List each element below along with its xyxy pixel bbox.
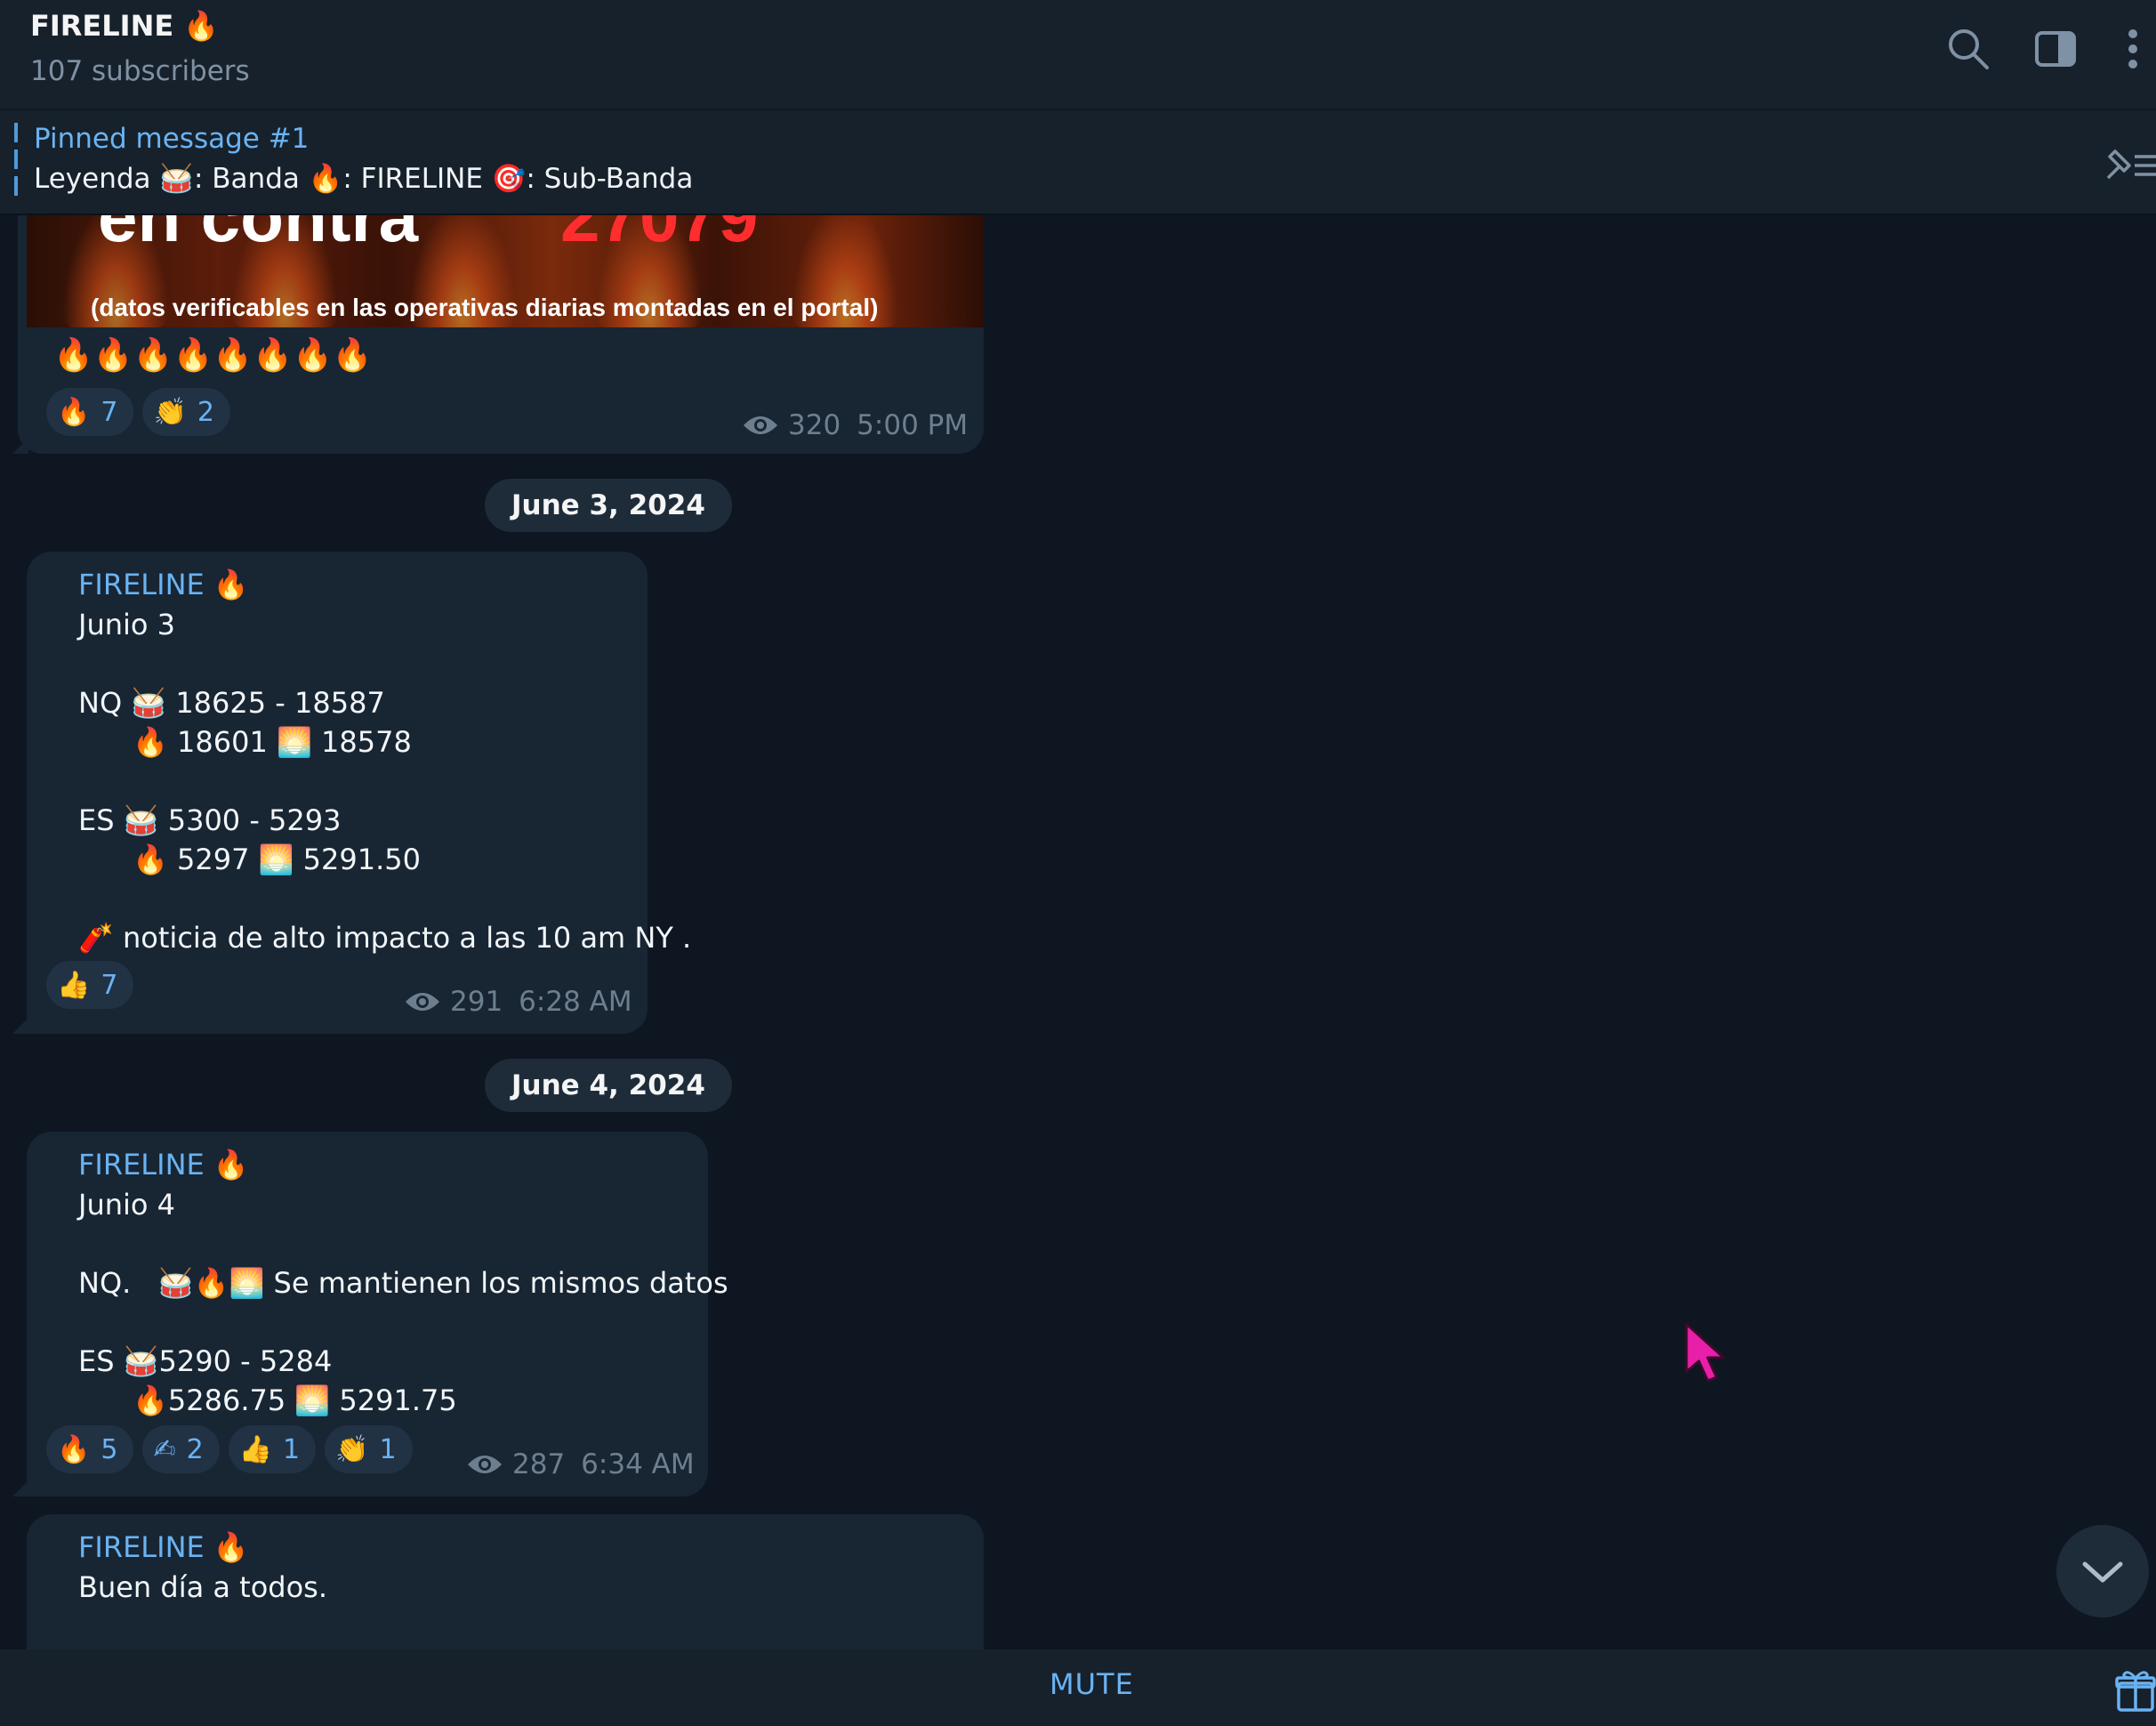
message-time: 5:00 PM xyxy=(857,409,969,441)
bottom-bar: MUTE xyxy=(0,1649,2156,1726)
pinned-list-icon[interactable] xyxy=(2099,146,2156,185)
message-bubble[interactable]: FIRELINE 🔥 Junio 3 NQ 🥁 18625 - 18587 🔥 … xyxy=(27,552,691,1034)
views-eye-icon xyxy=(406,993,439,1011)
message-sender[interactable]: FIRELINE 🔥 xyxy=(78,568,249,601)
message-sender[interactable]: FIRELINE 🔥 xyxy=(78,1148,249,1182)
reaction-fire[interactable]: 🔥 5 xyxy=(46,1425,134,1473)
message-image[interactable]: en contra 27079 (datos verificables en l… xyxy=(27,215,984,327)
view-count: 291 xyxy=(450,986,503,1018)
message-meta: 291 6:28 AM xyxy=(404,986,632,1018)
date-separator: June 3, 2024 xyxy=(485,479,732,532)
reaction-fire[interactable]: 🔥 7 xyxy=(46,388,134,436)
mouse-cursor-icon xyxy=(1685,1322,1726,1383)
search-icon[interactable] xyxy=(1944,25,1992,73)
message-time: 6:34 AM xyxy=(581,1448,695,1480)
reaction-writing-hand[interactable]: ✍ 2 xyxy=(142,1425,220,1473)
scroll-to-bottom-button[interactable] xyxy=(2056,1525,2149,1617)
views-eye-icon xyxy=(744,416,777,434)
reaction-clap[interactable]: 👏 1 xyxy=(325,1425,413,1473)
message-bubble[interactable]: en contra 27079 (datos verificables en l… xyxy=(18,215,984,454)
message-bubble[interactable]: FIRELINE 🔥 Junio 4 NQ. 🥁🔥🌅 Se mantienen … xyxy=(27,1132,728,1496)
pinned-indicator xyxy=(14,123,18,203)
reaction-clap[interactable]: 👏 2 xyxy=(142,388,230,436)
pinned-message-bar[interactable]: Pinned message #1 Leyenda 🥁: Banda 🔥: FI… xyxy=(0,110,2156,215)
date-separator: June 4, 2024 xyxy=(485,1059,732,1112)
message-sender[interactable]: FIRELINE 🔥 xyxy=(78,1530,249,1564)
message-list[interactable]: en contra 27079 (datos verificables en l… xyxy=(0,215,2156,1649)
reaction-thumbs-up[interactable]: 👍 7 xyxy=(46,961,134,1009)
view-count: 287 xyxy=(512,1448,566,1480)
pinned-text: Leyenda 🥁: Banda 🔥: FIRELINE 🎯: Sub-Band… xyxy=(34,163,694,195)
message-text: Buen día a todos. xyxy=(78,1570,327,1604)
message-text: 🔥🔥🔥🔥🔥🔥🔥🔥 xyxy=(53,337,373,374)
gift-icon[interactable] xyxy=(2115,1669,2156,1714)
message-meta: 320 5:00 PM xyxy=(742,409,968,441)
reactions: 👍 7 xyxy=(46,961,134,1009)
channel-title: FIRELINE 🔥 xyxy=(30,9,220,43)
view-count: 320 xyxy=(788,409,841,441)
message-bubble[interactable]: FIRELINE 🔥 Buen día a todos. xyxy=(27,1514,984,1649)
message-text: Junio 3 NQ 🥁 18625 - 18587 🔥 18601 🌅 185… xyxy=(78,608,692,955)
pinned-title: Pinned message #1 xyxy=(34,123,310,155)
reactions: 🔥 5 ✍ 2 👍 1 👏 1 xyxy=(46,1425,413,1473)
message-text: Junio 4 NQ. 🥁🔥🌅 Se mantienen los mismos … xyxy=(78,1188,728,1417)
chevron-down-icon xyxy=(2082,1561,2123,1583)
reactions: 🔥 7 👏 2 xyxy=(46,388,230,436)
image-caption: (datos verificables en las operativas di… xyxy=(91,294,879,321)
subscriber-count: 107 subscribers xyxy=(30,55,250,87)
image-headline: en contra xyxy=(98,215,419,256)
message-meta: 287 6:34 AM xyxy=(466,1448,695,1480)
image-number: 27079 xyxy=(560,215,759,256)
sidebar-toggle-icon[interactable] xyxy=(2031,25,2080,73)
reaction-thumbs-up[interactable]: 👍 1 xyxy=(228,1425,317,1473)
chat-header[interactable]: FIRELINE 🔥 107 subscribers xyxy=(0,0,2156,110)
more-vertical-icon[interactable] xyxy=(2110,25,2156,73)
message-time: 6:28 AM xyxy=(519,986,632,1018)
mute-button[interactable]: MUTE xyxy=(1050,1667,1134,1701)
views-eye-icon xyxy=(468,1456,502,1473)
